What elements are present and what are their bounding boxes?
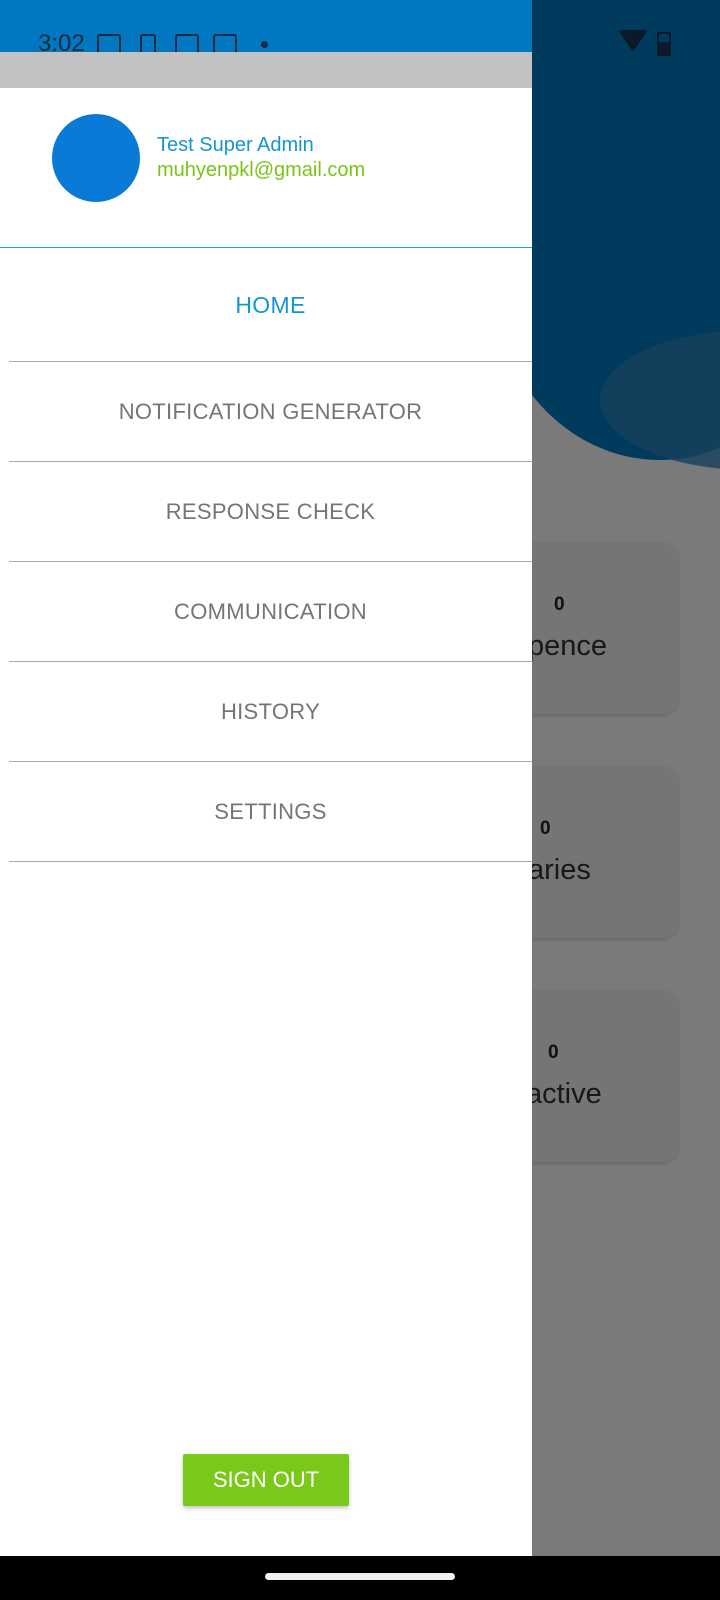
sign-out-button[interactable]: SIGN OUT (183, 1454, 349, 1506)
wifi-icon (618, 30, 648, 52)
menu-item-notification-generator[interactable]: NOTIFICATION GENERATOR (9, 362, 532, 462)
dot-icon (261, 41, 268, 48)
drawer-profile-header: Test Super Admin muhyenpkl@gmail.com (0, 88, 532, 248)
user-name: Test Super Admin (157, 134, 314, 156)
gesture-handle[interactable] (265, 1573, 455, 1580)
avatar (52, 114, 140, 202)
menu-item-communication[interactable]: COMMUNICATION (9, 562, 532, 662)
menu-item-history[interactable]: HISTORY (9, 662, 532, 762)
drawer-top-band (0, 52, 532, 88)
menu-item-settings[interactable]: SETTINGS (9, 762, 532, 862)
menu-item-home[interactable]: HOME (9, 249, 532, 362)
system-nav-bar (0, 1556, 720, 1600)
battery-icon (657, 32, 671, 56)
menu-item-response-check[interactable]: RESPONSE CHECK (9, 462, 532, 562)
user-email: muhyenpkl@gmail.com (157, 159, 366, 181)
navigation-drawer: Test Super Admin muhyenpkl@gmail.com HOM… (0, 52, 532, 1556)
drawer-menu: HOME NOTIFICATION GENERATOR RESPONSE CHE… (0, 249, 532, 862)
